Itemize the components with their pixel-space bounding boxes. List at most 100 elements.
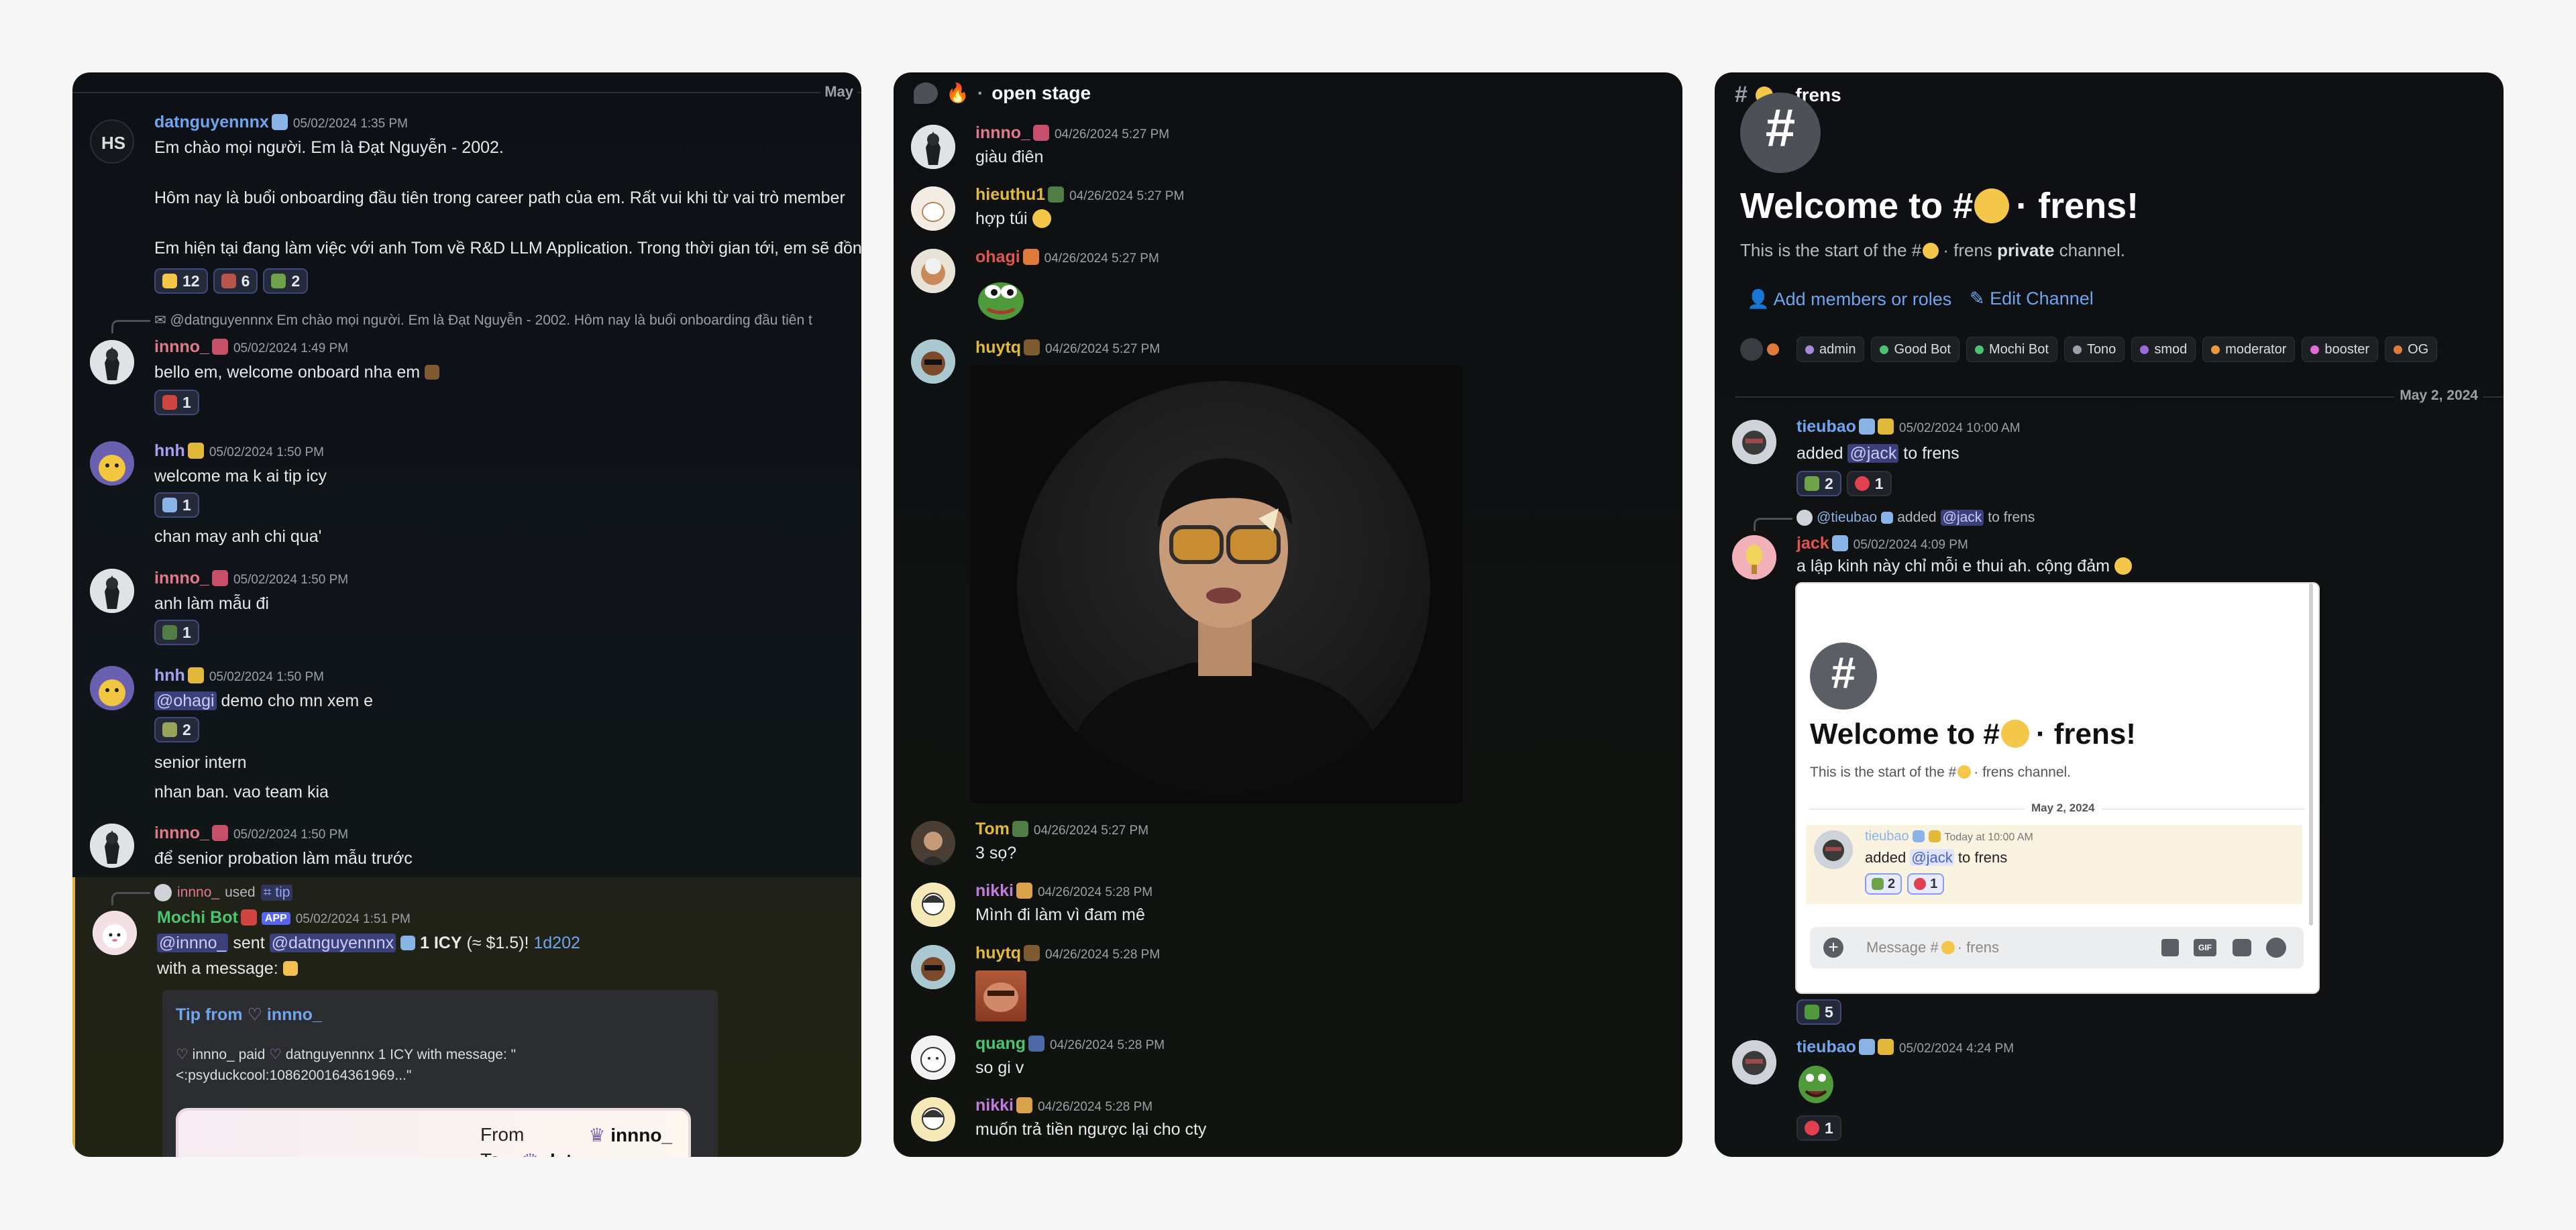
role-icon [1877,1039,1894,1055]
username[interactable]: innno_ [975,123,1030,142]
role-pill[interactable]: Mochi Bot [1966,337,2057,362]
reaction[interactable]: 12 [154,268,208,294]
avatar[interactable] [911,883,955,927]
pepe-sticker[interactable] [975,272,1026,323]
avatar[interactable] [911,821,955,865]
reply-preview[interactable]: @tieubao added @jack to frens [1796,510,2035,526]
avatar[interactable] [90,824,134,868]
message[interactable]: Tom 04/26/2024 5:27 PM 3 sọ? [894,816,1682,876]
avatar[interactable]: HS [90,119,134,164]
role-pill[interactable]: admin [1796,337,1865,362]
avatar[interactable] [911,339,955,384]
reply-preview[interactable]: ✉ @datnguyennnx Em chào mọi người. Em là… [154,312,812,329]
role-pill[interactable]: booster [2302,337,2379,362]
role-pill[interactable]: smod [2131,337,2196,362]
slash-command[interactable]: ⌗ tip [260,885,293,901]
user-mention[interactable]: @ohagi [154,691,217,710]
username[interactable]: hnh [154,666,185,685]
heart-icon [1914,878,1927,890]
username[interactable]: innno_ [154,569,209,588]
avatar[interactable] [90,666,134,710]
avatar[interactable] [911,1036,955,1080]
message[interactable]: huytq 04/26/2024 5:28 PM [894,940,1682,1027]
message[interactable]: ohagi 04/26/2024 5:27 PM [894,243,1682,331]
emoji-icon [162,395,177,410]
bot-message[interactable]: innno_ used ⌗ tip Mochi Bot APP 05/02/202… [72,877,861,1157]
avatar[interactable] [93,911,137,955]
username[interactable]: datnguyennnx [154,113,269,131]
avatar[interactable] [1732,1040,1776,1084]
role-pill[interactable]: Tono [2063,337,2125,362]
username[interactable]: jack [1796,534,1829,553]
avatar[interactable] [90,441,134,486]
edit-channel-button[interactable]: ✎ Edit Channel [1970,288,2094,309]
pepe-sticker[interactable] [1796,1062,1835,1109]
avatar[interactable] [1732,420,1776,464]
username[interactable]: Mochi Bot [157,908,238,927]
message[interactable]: innno_ 04/26/2024 5:27 PM giàu điên [894,119,1682,180]
message[interactable]: tieubao 05/02/2024 4:24 PM 1 [1715,1033,2504,1154]
user-mention[interactable]: @datnguyennnx [269,934,396,952]
message[interactable]: hieuthu1 04/26/2024 5:27 PM hợp túi [894,181,1682,241]
role-pill[interactable]: OG [2385,337,2438,362]
interaction-preview[interactable]: innno_ used ⌗ tip [154,884,293,901]
user-mention[interactable]: @jack [1847,444,1899,463]
avatar[interactable] [1732,535,1776,579]
user-mention[interactable]: @innno_ [157,934,229,952]
reaction[interactable]: 1 [154,492,199,518]
video-attachment[interactable] [970,365,1462,803]
reaction[interactable]: 6 [213,268,258,294]
reaction[interactable]: 2 [154,717,199,742]
message[interactable]: @tieubao added @jack to frens jack 05/02/… [1715,502,2504,1025]
message[interactable]: nikki 04/26/2024 5:28 PM Mình đi làm vì đ… [894,877,1682,938]
username[interactable]: hieuthu1 [975,185,1045,204]
message[interactable]: innno_ 05/02/2024 1:50 PM anh làm mẫu đi … [72,562,861,656]
user-mention[interactable]: @jack [1940,510,1984,526]
avatar[interactable] [911,1097,955,1141]
username[interactable]: quang [975,1034,1026,1053]
message[interactable]: innno_ 05/02/2024 1:50 PM để senior proba… [72,817,861,884]
avatar[interactable] [911,945,955,989]
reaction[interactable]: 1 [1796,1115,1841,1141]
kiss-emoji-icon [2000,720,2029,748]
message[interactable]: quang 04/26/2024 5:28 PM so gi v [894,1030,1682,1091]
image-attachment[interactable] [975,970,1026,1021]
username[interactable]: Tom [975,820,1010,838]
reaction[interactable]: 1 [154,390,199,415]
username[interactable]: tieubao [1796,1038,1856,1056]
reaction[interactable]: 5 [1796,999,1841,1025]
message[interactable]: nikki 04/26/2024 5:28 PM muốn trả tiền ng… [894,1092,1682,1152]
reaction[interactable]: 1 [154,620,199,645]
reaction[interactable]: 1 [1846,471,1892,496]
role-pill[interactable]: Good Bot [1871,337,1960,362]
message[interactable]: tieubao 05/02/2024 10:00 AM added @jack t… [1715,413,2504,507]
username[interactable]: nikki [975,881,1014,900]
transaction-link[interactable]: 1d202 [533,934,580,952]
avatar[interactable] [911,186,955,231]
message[interactable]: ✉ @datnguyennnx Em chào mọi người. Em là… [72,311,861,425]
avatar[interactable] [911,249,955,293]
avatar[interactable] [90,569,134,613]
username[interactable]: tieubao [1796,417,1856,436]
reaction[interactable]: 2 [263,268,309,294]
role-icon [1022,249,1039,265]
role-pill[interactable]: moderator [2202,337,2296,362]
username[interactable]: huytq [975,338,1021,357]
username[interactable]: innno_ [154,824,209,842]
avatar[interactable] [90,340,134,384]
heart-icon: ♡ [269,1047,282,1062]
screenshot-subtitle: This is the start of the # · frens channe… [1810,765,2072,780]
timestamp: 05/02/2024 4:24 PM [1898,1042,2015,1056]
pencil-icon: ✎ [1970,288,1985,309]
username[interactable]: huytq [975,944,1021,962]
add-members-button[interactable]: 👤 Add members or roles [1747,288,1951,310]
image-attachment[interactable]: # Welcome to # · frens! This is the start… [1795,582,2320,994]
message[interactable]: hnh 05/02/2024 1:50 PM welcome ma k ai ti… [72,435,861,555]
avatar[interactable] [911,125,955,169]
reaction[interactable]: 2 [1796,471,1841,496]
username[interactable]: hnh [154,441,185,460]
username[interactable]: innno_ [154,337,209,356]
username[interactable]: nikki [975,1096,1014,1115]
username[interactable]: ohagi [975,247,1020,266]
message[interactable]: huytq 04/26/2024 5:27 PM [894,334,1682,810]
